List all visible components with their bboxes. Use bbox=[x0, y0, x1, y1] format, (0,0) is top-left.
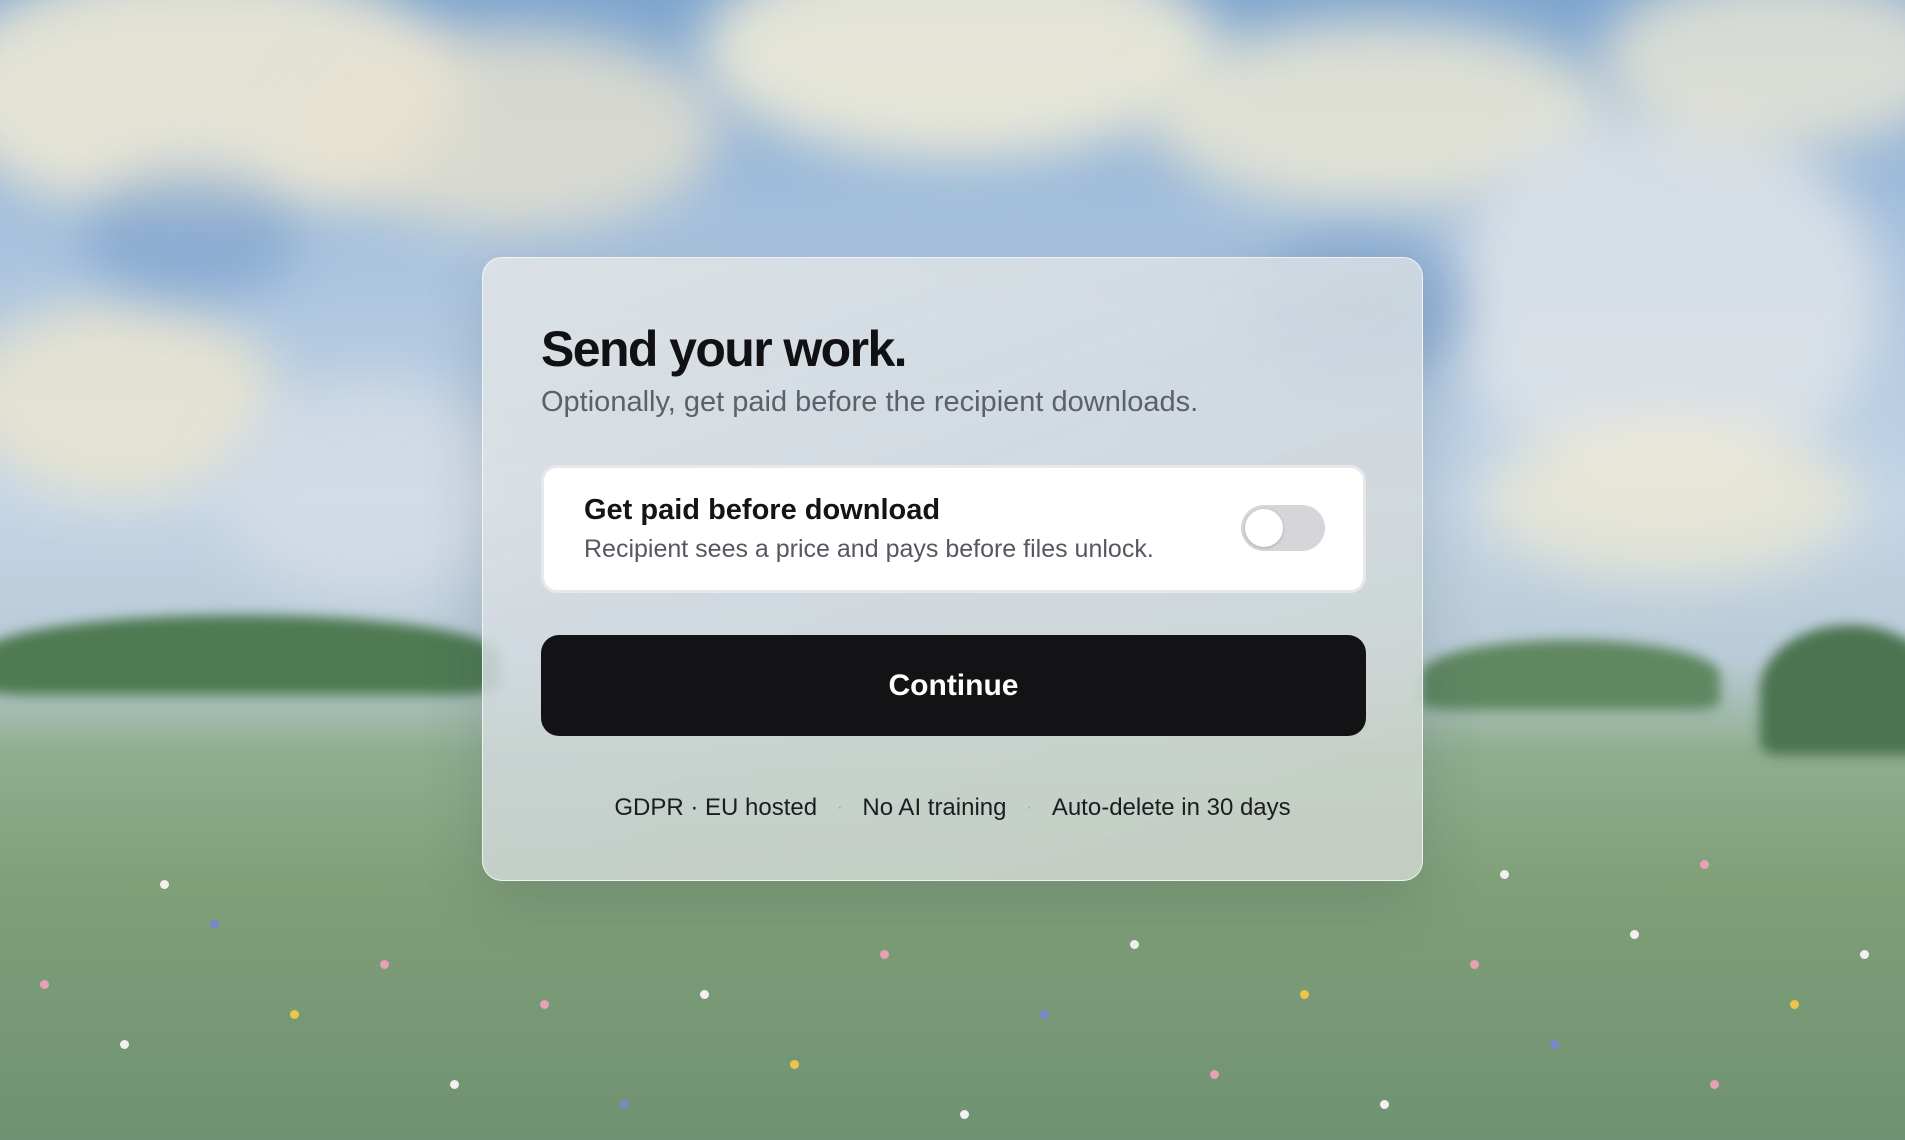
paid-option-title: Get paid before download bbox=[584, 494, 941, 526]
footer-separator: · bbox=[1026, 799, 1032, 816]
footer-item-auto-delete: Auto-delete in 30 days bbox=[1051, 794, 1291, 821]
footer-separator: · bbox=[837, 799, 843, 816]
toggle-knob bbox=[1245, 509, 1283, 547]
trust-footer: GDPR · EU hosted · No AI training · Auto… bbox=[483, 794, 1422, 822]
page-subtitle: Optionally, get paid before the recipien… bbox=[541, 386, 1199, 418]
paid-option-description: Recipient sees a price and pays before f… bbox=[584, 535, 1154, 563]
footer-item-no-ai: No AI training bbox=[862, 794, 1007, 821]
paid-download-toggle[interactable] bbox=[1241, 505, 1325, 551]
footer-item-gdpr: GDPR · EU hosted bbox=[614, 794, 818, 821]
continue-button[interactable]: Continue bbox=[541, 635, 1366, 736]
send-card: Send your work. Optionally, get paid bef… bbox=[482, 257, 1423, 881]
page-title: Send your work. bbox=[541, 321, 908, 377]
paid-download-option: Get paid before download Recipient sees … bbox=[541, 465, 1366, 593]
